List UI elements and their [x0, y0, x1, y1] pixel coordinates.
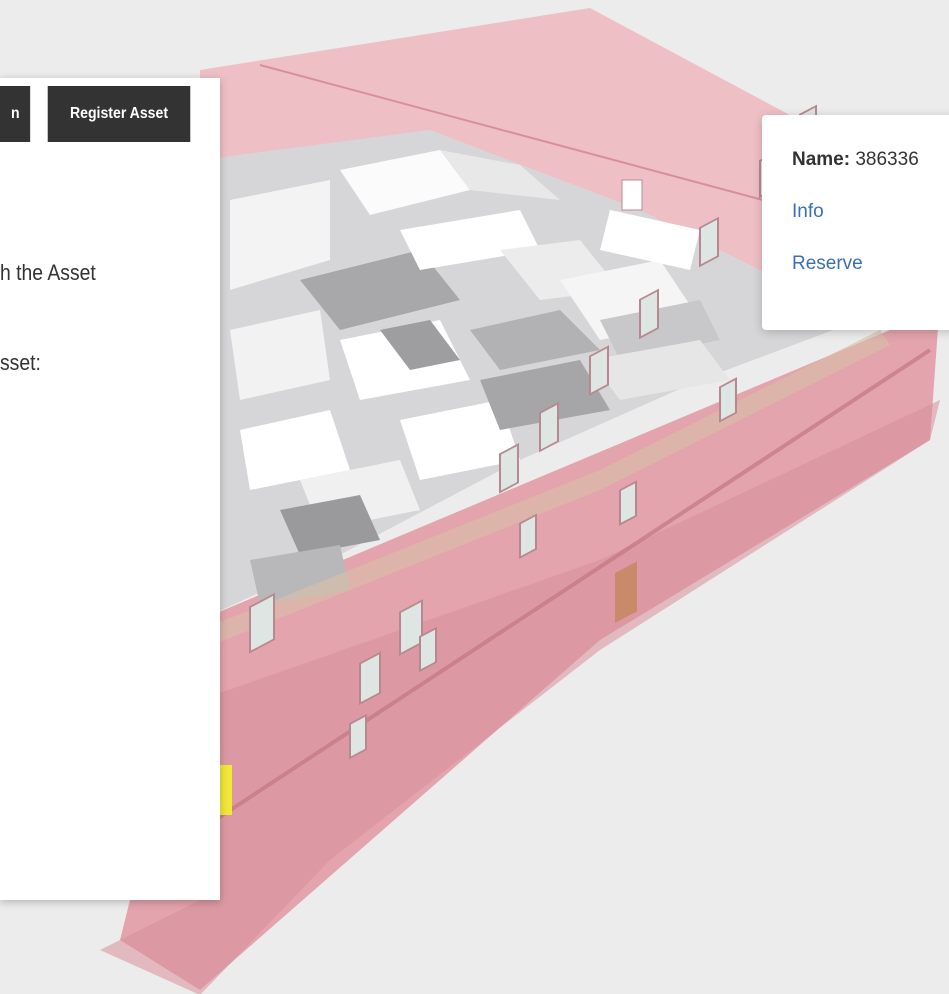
asset-info-popup: Name: 386336 Info Reserve	[762, 115, 949, 330]
selected-asset-highlight[interactable]	[218, 765, 232, 815]
reserve-link[interactable]: Reserve	[792, 253, 863, 275]
panel-text-line-1: h the Asset	[0, 260, 96, 285]
asset-side-panel: n Register Asset h the Asset sset:	[0, 78, 220, 900]
register-asset-button[interactable]: Register Asset	[47, 86, 191, 142]
asset-name-label: Name:	[792, 149, 851, 170]
info-link[interactable]: Info	[792, 201, 824, 223]
asset-name-line: Name: 386336	[792, 149, 919, 171]
roof-window	[621, 179, 643, 211]
asset-name-value: 386336	[855, 149, 919, 170]
panel-text-line-2: sset:	[0, 350, 41, 375]
partial-tab-button[interactable]: n	[0, 86, 31, 142]
